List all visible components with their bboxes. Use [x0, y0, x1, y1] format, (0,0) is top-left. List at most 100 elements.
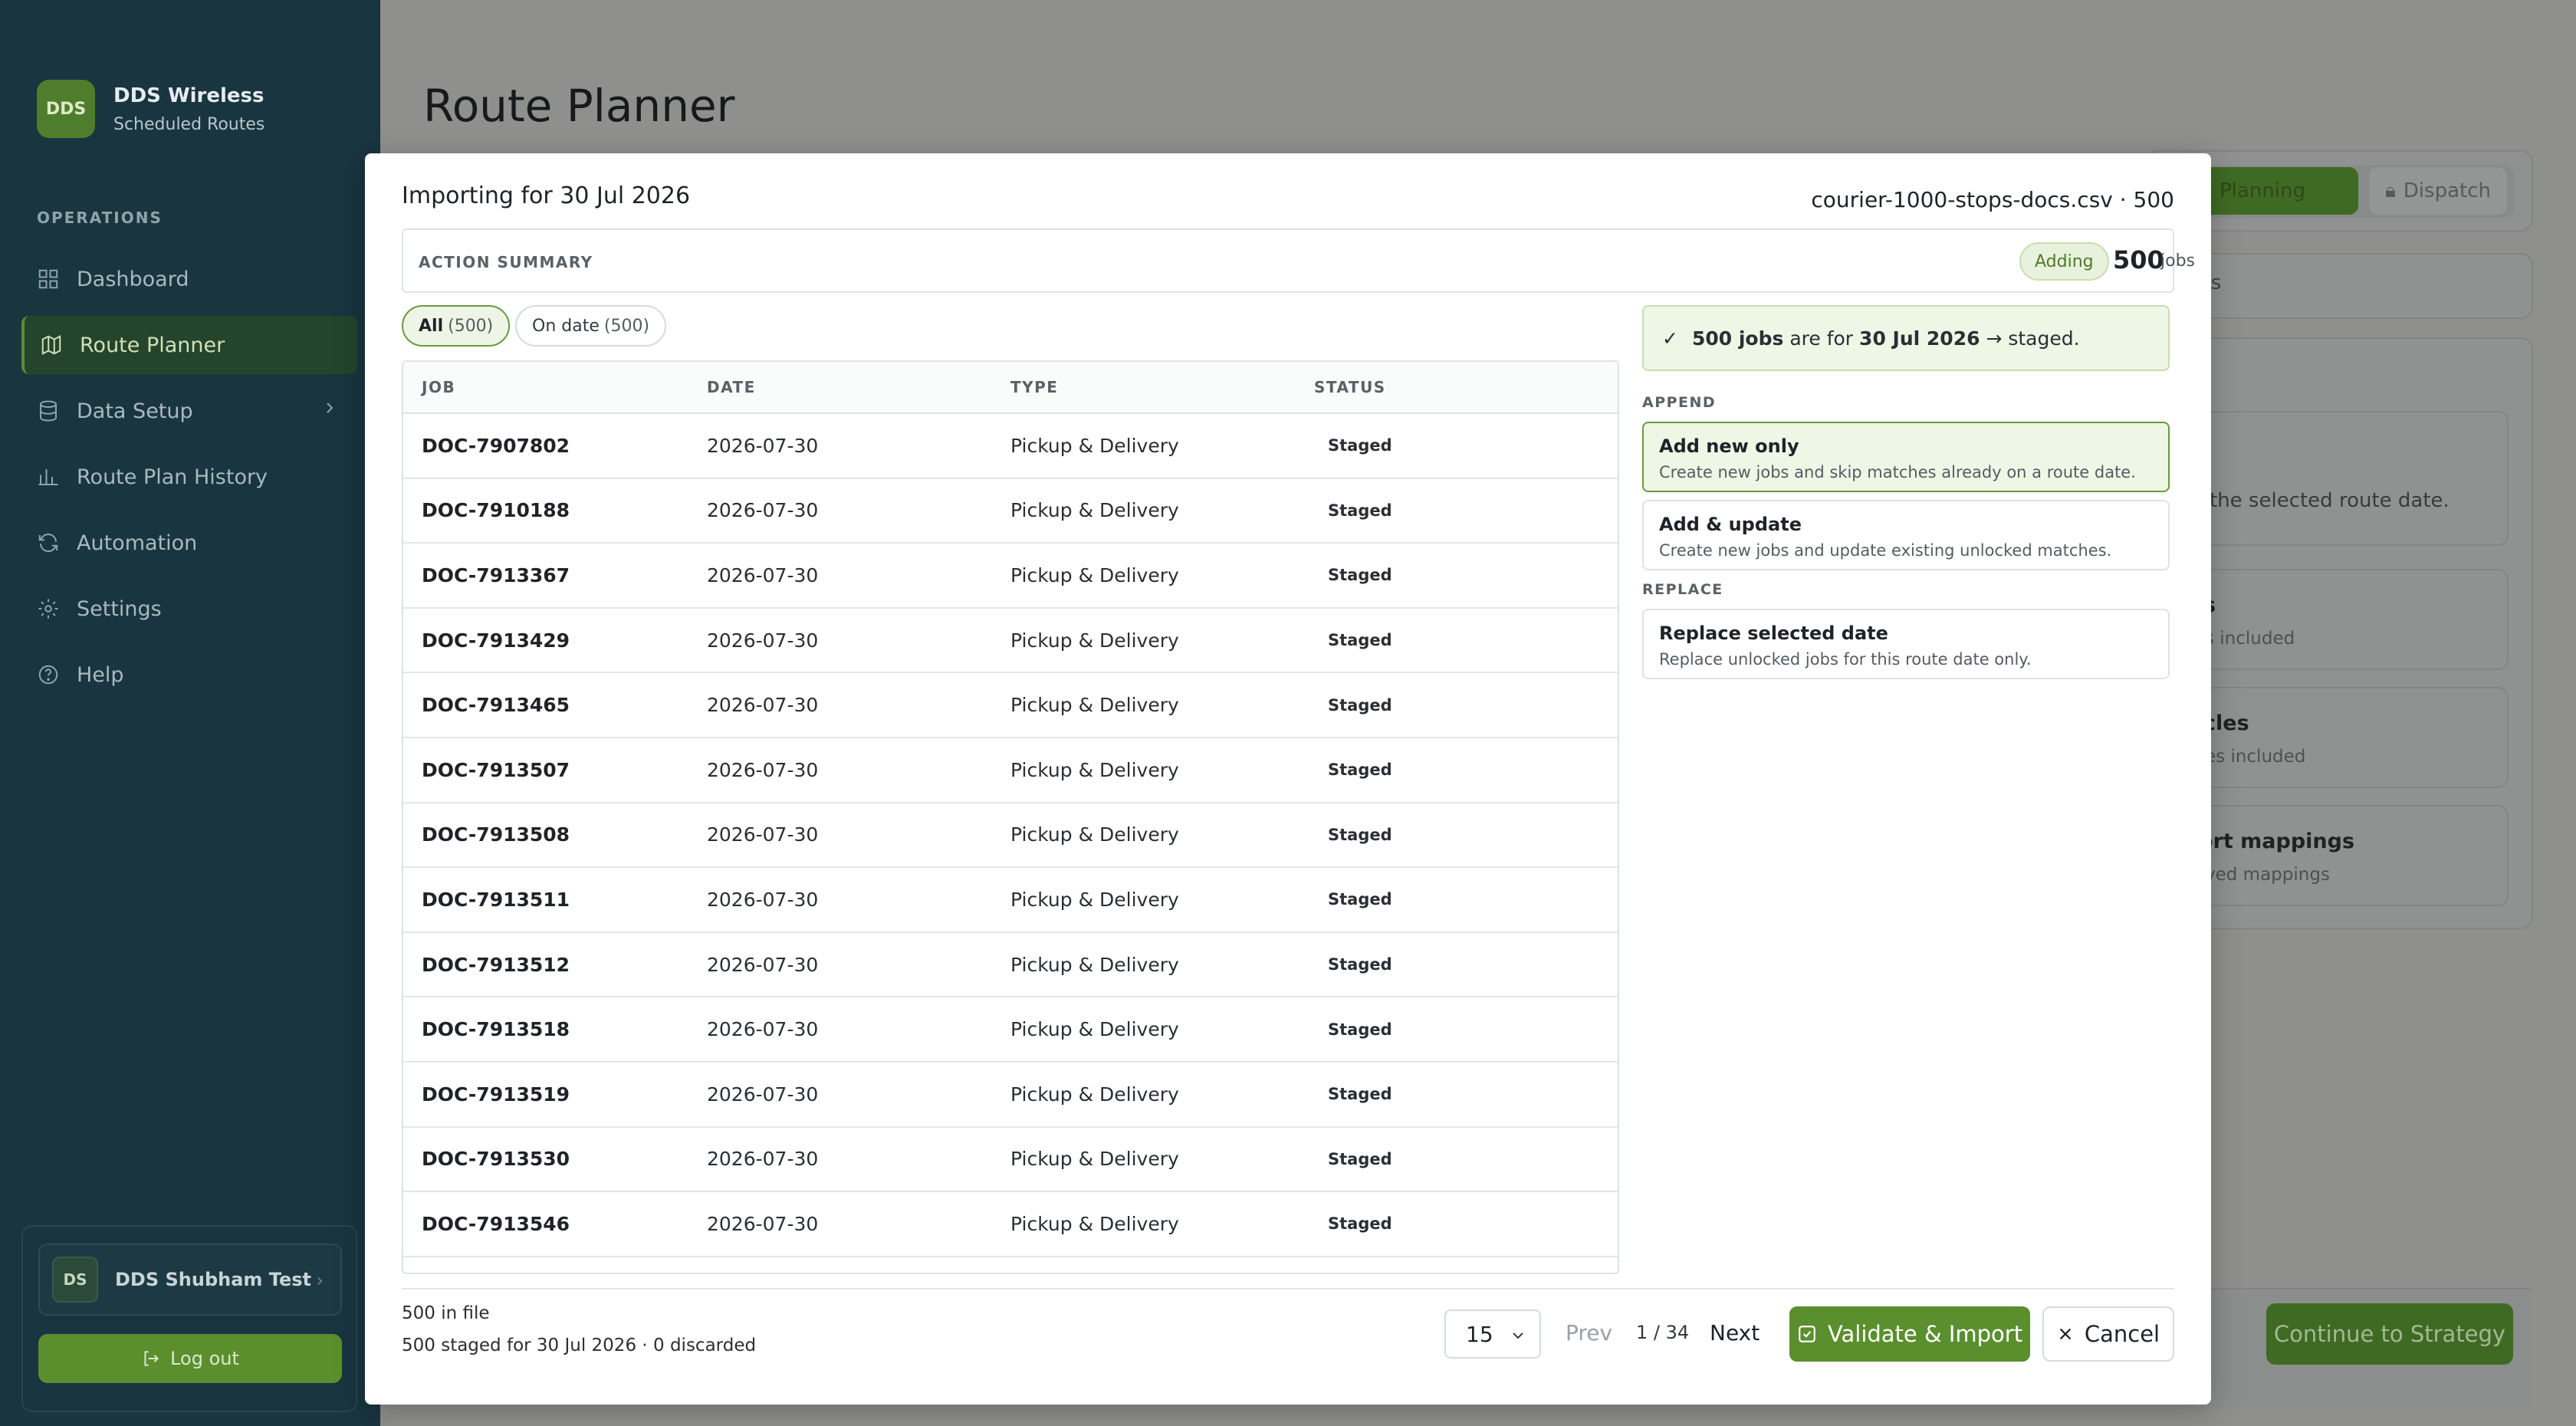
continue-to-strategy-button[interactable]: Continue to Strategy — [2266, 1303, 2513, 1365]
column-header-date[interactable]: DATE — [707, 378, 1010, 396]
brand-name: DDS Wireless — [113, 84, 264, 107]
job-date: 2026-07-30 — [707, 1083, 819, 1106]
sidebar-item-dashboard[interactable]: Dashboard — [21, 250, 357, 308]
column-header-type[interactable]: TYPE — [1010, 378, 1314, 396]
option-description: Create new jobs and skip matches already… — [1659, 463, 2136, 481]
job-id: DOC-7907802 — [422, 434, 570, 457]
help-icon — [35, 662, 61, 688]
option-add-update[interactable]: Add & update Create new jobs and update … — [1642, 500, 2170, 570]
table-row[interactable]: DOC-7913512 2026-07-30 Pickup & Delivery St… — [403, 933, 1618, 998]
job-type: Pickup & Delivery — [1010, 1083, 1179, 1106]
job-type: Pickup & Delivery — [1010, 694, 1179, 717]
job-date: 2026-07-30 — [707, 1212, 819, 1235]
table-row[interactable]: DOC-7913546 2026-07-30 Pickup & Delivery St… — [403, 1192, 1618, 1257]
page-title: Route Planner — [423, 80, 735, 132]
background-card — [2193, 687, 2509, 788]
jobs-table: JOB DATE TYPE STATUS DOC-7907802 2026-07-… — [402, 360, 1619, 1274]
prev-button[interactable]: Prev — [1566, 1320, 1612, 1346]
modal-footer-divider — [402, 1288, 2174, 1290]
staged-notice: ✓ 500 jobs are for 30 Jul 2026 → staged. — [1642, 305, 2170, 371]
sidebar-item-help[interactable]: Help — [21, 646, 357, 704]
job-type: Pickup & Delivery — [1010, 434, 1179, 457]
check-square-icon — [1797, 1324, 1817, 1344]
column-header-status[interactable]: STATUS — [1314, 378, 1605, 396]
filter-label: On date — [532, 316, 600, 336]
sidebar-item-data-setup[interactable]: Data Setup — [21, 382, 357, 440]
job-id: DOC-7913546 — [422, 1212, 570, 1235]
option-description: Replace unlocked jobs for this route dat… — [1659, 650, 2032, 669]
file-count: 500 in file — [402, 1303, 490, 1323]
job-type: Pickup & Delivery — [1010, 953, 1179, 976]
page-size-value: 15 — [1466, 1321, 1493, 1347]
job-type: Pickup & Delivery — [1010, 629, 1179, 652]
notice-count: 500 jobs — [1691, 327, 1784, 350]
job-date: 2026-07-30 — [707, 629, 819, 652]
logout-icon — [141, 1349, 161, 1368]
job-id: DOC-7913508 — [422, 823, 570, 846]
brand: DDS DDS Wireless Scheduled Routes — [37, 80, 264, 138]
sidebar-item-settings[interactable]: Settings — [21, 580, 357, 638]
job-date: 2026-07-30 — [707, 564, 819, 586]
chevron-right-icon — [320, 399, 339, 422]
background-card — [2193, 569, 2509, 670]
dispatch-tab[interactable]: 🔒︎ Dispatch — [2369, 167, 2507, 215]
sidebar-item-label: Route Planner — [80, 333, 225, 357]
filter-all[interactable]: All (500) — [402, 305, 511, 347]
table-row[interactable]: DOC-7913530 2026-07-30 Pickup & Delivery St… — [403, 1128, 1618, 1193]
column-header-job[interactable]: JOB — [403, 378, 707, 396]
table-row[interactable]: DOC-7913465 2026-07-30 Pickup & Delivery St… — [403, 673, 1618, 738]
modal-title: Importing for 30 Jul 2026 — [402, 182, 691, 209]
card-title: ort mappings — [2199, 830, 2355, 853]
table-row[interactable]: DOC-7913508 2026-07-30 Pickup & Delivery St… — [403, 803, 1618, 869]
background-card — [2193, 805, 2509, 906]
job-date: 2026-07-30 — [707, 823, 819, 846]
cancel-button[interactable]: Cancel — [2042, 1306, 2174, 1362]
user-menu-button[interactable]: DS DDS Shubham Test › — [38, 1244, 342, 1316]
table-row[interactable]: DOC-7913518 2026-07-30 Pickup & Delivery St… — [403, 997, 1618, 1063]
table-row[interactable]: DOC-7913519 2026-07-30 Pickup & Delivery St… — [403, 1063, 1618, 1128]
notice-mid: are for — [1789, 327, 1854, 350]
import-options: ✓ 500 jobs are for 30 Jul 2026 → staged.… — [1642, 305, 2170, 687]
sidebar-item-label: Route Plan History — [77, 465, 268, 489]
job-date: 2026-07-30 — [707, 758, 819, 781]
sidebar-item-route-plan-history[interactable]: Route Plan History — [21, 448, 357, 506]
page-size-select[interactable]: 15 — [1444, 1309, 1541, 1359]
job-date: 2026-07-30 — [707, 1018, 819, 1041]
card-subtitle: es included — [2205, 747, 2306, 767]
table-row[interactable]: DOC-7913507 2026-07-30 Pickup & Delivery St… — [403, 738, 1618, 803]
job-status: Staged — [1328, 955, 1392, 974]
job-id: DOC-7913507 — [422, 758, 570, 781]
job-status: Staged — [1328, 1149, 1392, 1168]
job-type: Pickup & Delivery — [1010, 888, 1179, 911]
sidebar-item-label: Automation — [77, 531, 198, 555]
table-row[interactable]: DOC-7913429 2026-07-30 Pickup & Delivery St… — [403, 609, 1618, 674]
next-button[interactable]: Next — [1710, 1320, 1760, 1346]
table-row[interactable]: DOC-7913367 2026-07-30 Pickup & Delivery St… — [403, 544, 1618, 609]
table-row[interactable]: DOC-7910188 2026-07-30 Pickup & Delivery St… — [403, 479, 1618, 544]
job-id: DOC-7913530 — [422, 1148, 570, 1171]
option-add-new-only[interactable]: Add new only Create new jobs and skip ma… — [1642, 422, 2170, 492]
option-replace-selected-date[interactable]: Replace selected date Replace unlocked j… — [1642, 609, 2170, 679]
job-date: 2026-07-30 — [707, 953, 819, 976]
option-title: Replace selected date — [1659, 623, 1888, 644]
validate-import-button[interactable]: Validate & Import — [1789, 1306, 2030, 1362]
filter-on-date[interactable]: On date (500) — [515, 305, 667, 347]
job-status: Staged — [1328, 436, 1392, 455]
sidebar-item-route-planner[interactable]: Route Planner — [21, 316, 357, 374]
append-label: APPEND — [1642, 394, 1717, 411]
logout-button[interactable]: Log out — [38, 1334, 342, 1383]
sidebar-item-label: Data Setup — [77, 399, 193, 423]
option-title: Add new only — [1659, 435, 1799, 457]
sidebar-item-automation[interactable]: Automation — [21, 514, 357, 572]
table-header: JOB DATE TYPE STATUS — [403, 362, 1618, 414]
table-row[interactable]: DOC-7907802 2026-07-30 Pickup & Delivery St… — [403, 414, 1618, 479]
lists-panel — [2177, 253, 2533, 319]
sidebar-nav: Dashboard Route Planner Data Setup Route… — [21, 250, 357, 711]
chevron-down-icon — [1509, 1325, 1527, 1350]
job-id: DOC-7913429 — [422, 629, 570, 652]
filter-count: (500) — [603, 316, 650, 336]
job-date: 2026-07-30 — [707, 694, 819, 717]
validate-import-label: Validate & Import — [1827, 1321, 2023, 1347]
refresh-icon — [35, 530, 61, 556]
table-row[interactable]: DOC-7913511 2026-07-30 Pickup & Delivery St… — [403, 868, 1618, 933]
